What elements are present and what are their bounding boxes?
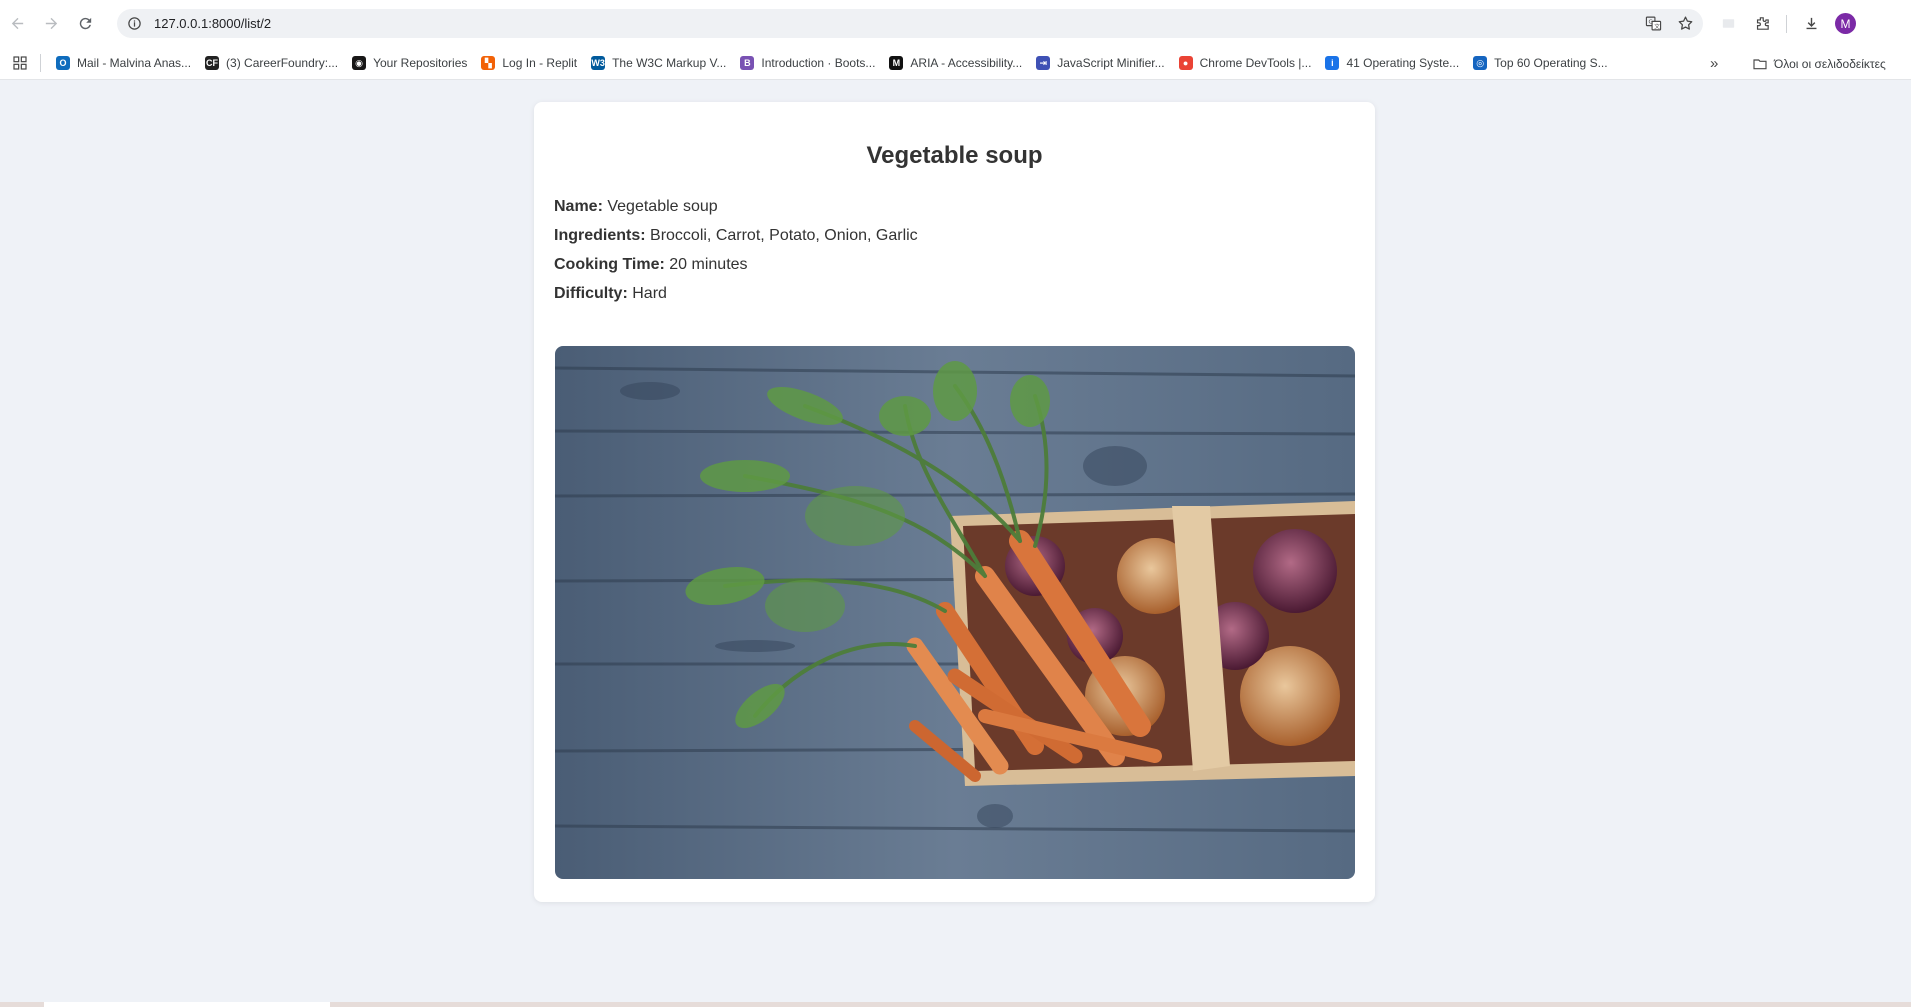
recipe-title: Vegetable soup <box>866 142 1043 169</box>
reload-icon <box>79 17 91 30</box>
bookmark-item[interactable]: i 41 Operating Syste... <box>1318 50 1466 76</box>
recipe-difficulty-row: Difficulty: Hard <box>554 279 1355 308</box>
taskbar-tab <box>44 1002 330 1007</box>
recipe-name-row: Name: Vegetable soup <box>554 192 1355 221</box>
bookmark-item[interactable]: ◎ Top 60 Operating S... <box>1466 50 1614 76</box>
all-bookmarks-label: Όλοι οι σελιδοδείκτες <box>1774 56 1886 71</box>
bookmark-star-icon[interactable] <box>1675 14 1695 34</box>
svg-text:G: G <box>1648 20 1652 26</box>
reload-button[interactable] <box>68 7 102 41</box>
bookmark-label: Mail - Malvina Anas... <box>77 56 192 70</box>
bottom-taskbar-strip <box>0 1002 1911 1007</box>
mdn-icon: M <box>889 56 904 70</box>
recipe-details: Name: Vegetable soup Ingredients: Brocco… <box>554 192 1355 308</box>
bookmark-label: JavaScript Minifier... <box>1057 56 1165 70</box>
url-text[interactable]: 127.0.0.1:8000/list/2 <box>154 16 271 31</box>
bookmark-label: Introduction · Boots... <box>761 56 876 70</box>
bookmark-item[interactable]: CF (3) CareerFoundry:... <box>198 50 345 76</box>
name-value: Vegetable soup <box>607 198 718 215</box>
arrow-left-icon <box>11 17 23 30</box>
bookmark-item[interactable]: ● Chrome DevTools |... <box>1172 50 1319 76</box>
bootstrap-icon: B <box>740 56 755 70</box>
page-viewport: Vegetable soup Name: Vegetable soup Ingr… <box>0 81 1911 1002</box>
extensions-icon[interactable] <box>1752 14 1772 34</box>
site-info-icon[interactable] <box>125 15 143 33</box>
download-icon[interactable] <box>1801 14 1821 34</box>
cooking-time-label: Cooking Time: <box>554 256 665 273</box>
bookmark-list: O Mail - Malvina Anas... CF (3) CareerFound… <box>49 50 1615 76</box>
recipe-card: Vegetable soup Name: Vegetable soup Ingr… <box>534 102 1375 902</box>
jsminifier-icon: ⇥ <box>1036 56 1051 70</box>
bookmark-label: (3) CareerFoundry:... <box>226 56 339 70</box>
recipe-cooking-time-row: Cooking Time: 20 minutes <box>554 250 1355 279</box>
bookmark-item[interactable]: M ARIA - Accessibility... <box>882 50 1029 76</box>
profile-avatar[interactable]: M <box>1835 13 1856 34</box>
bookmark-item[interactable]: ⇥ JavaScript Minifier... <box>1029 50 1171 76</box>
bookmark-item[interactable]: ◉ Your Repositories <box>345 50 474 76</box>
bookmark-label: 41 Operating Syste... <box>1346 56 1460 70</box>
chrome-icon: ● <box>1178 56 1193 70</box>
all-bookmarks-folder[interactable]: Όλοι οι σελιδοδείκτες <box>1752 47 1886 80</box>
name-label: Name: <box>554 198 603 215</box>
browser-toolbar: 127.0.0.1:8000/list/2 G文 M <box>0 0 1911 47</box>
folder-icon <box>1753 58 1767 69</box>
info-site-icon: i <box>1325 56 1340 70</box>
arrow-right-icon <box>45 17 57 30</box>
apps-grid-icon[interactable] <box>0 47 40 80</box>
ingredients-value: Broccoli, Carrot, Potato, Onion, Garlic <box>650 227 918 244</box>
bookmark-label: ARIA - Accessibility... <box>910 56 1023 70</box>
outlook-icon: O <box>56 56 70 70</box>
replit-icon: ▚ <box>481 56 496 70</box>
recipe-ingredients-row: Ingredients: Broccoli, Carrot, Potato, O… <box>554 221 1355 250</box>
bookmark-label: Your Repositories <box>373 56 468 70</box>
github-icon: ◉ <box>352 56 367 70</box>
bookmark-item[interactable]: ▚ Log In - Replit <box>474 50 584 76</box>
address-bar[interactable]: 127.0.0.1:8000/list/2 G文 <box>117 9 1703 38</box>
translate-icon[interactable]: G文 <box>1643 14 1663 34</box>
cooking-time-value: 20 minutes <box>669 256 748 273</box>
more-bookmarks-button[interactable]: » <box>1710 47 1718 80</box>
bookmark-label: Top 60 Operating S... <box>1494 56 1608 70</box>
bookmarks-bar: O Mail - Malvina Anas... CF (3) CareerFound… <box>0 47 1911 80</box>
careerfoundry-icon: CF <box>205 56 220 70</box>
ingredients-label: Ingredients: <box>554 227 646 244</box>
recipe-image <box>555 346 1355 879</box>
difficulty-label: Difficulty: <box>554 285 628 302</box>
forward-button[interactable] <box>34 7 68 41</box>
bookmarks-divider <box>40 54 41 72</box>
bookmark-item[interactable]: O Mail - Malvina Anas... <box>49 50 198 76</box>
sidebar-icon[interactable] <box>1718 14 1738 34</box>
difficulty-value: Hard <box>632 285 667 302</box>
bookmark-item[interactable]: B Introduction · Boots... <box>733 50 882 76</box>
back-button[interactable] <box>0 7 34 41</box>
bookmark-label: Chrome DevTools |... <box>1199 56 1312 70</box>
bookmark-label: Log In - Replit <box>502 56 578 70</box>
bookmark-item[interactable]: W3 The W3C Markup V... <box>584 50 733 76</box>
top60-icon: ◎ <box>1473 56 1488 70</box>
bookmark-label: The W3C Markup V... <box>612 56 727 70</box>
toolbar-divider <box>1786 14 1787 33</box>
w3c-icon: W3 <box>591 56 606 70</box>
